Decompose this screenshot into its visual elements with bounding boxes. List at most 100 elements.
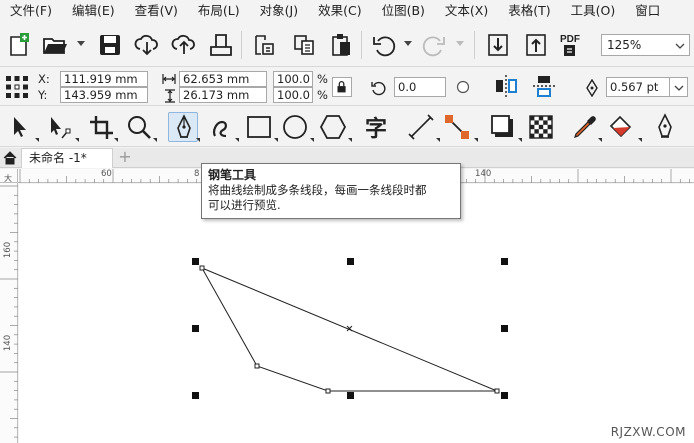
menu-tools[interactable]: 工具(O) xyxy=(561,0,626,22)
polyline-path[interactable] xyxy=(201,267,498,392)
hexagon-icon xyxy=(319,115,347,139)
menu-object[interactable]: 对象(J) xyxy=(250,0,308,22)
mirror-horizontal-button[interactable] xyxy=(492,72,520,100)
tooltip-title: 钢笔工具 xyxy=(208,168,257,182)
menu-bar: 文件(F) 编辑(E) 查看(V) 布局(L) 对象(J) 效果(C) 位图(B… xyxy=(0,0,694,22)
rectangle-icon xyxy=(247,116,271,138)
cloud-upload-button[interactable] xyxy=(170,31,198,59)
menu-file[interactable]: 文件(F) xyxy=(0,0,62,22)
outline-width-input[interactable]: 0.567 pt xyxy=(606,77,670,97)
crop-icon xyxy=(90,116,113,139)
menu-window[interactable]: 窗口 xyxy=(625,0,670,22)
print-button[interactable] xyxy=(207,31,235,59)
selection-handle[interactable] xyxy=(347,258,354,265)
selection-handle[interactable] xyxy=(501,258,508,265)
document-tab[interactable]: 未命名 -1* xyxy=(21,148,113,168)
mirror-vertical-button[interactable] xyxy=(530,72,558,100)
flyout-indicator-icon xyxy=(638,138,642,142)
undo-button[interactable] xyxy=(370,31,398,59)
open-button[interactable] xyxy=(41,31,69,59)
pen-tool-tooltip: 钢笔工具 将曲线绘制成多条线段，每画一条线段时都 可以进行预览. xyxy=(201,163,461,219)
shape-tool[interactable] xyxy=(44,112,74,142)
ruler-label: 160 xyxy=(3,241,14,259)
selection-handle[interactable] xyxy=(192,325,199,332)
dimension-tool[interactable] xyxy=(406,112,436,142)
selection-handle[interactable] xyxy=(347,392,354,399)
new-document-button[interactable] xyxy=(5,31,33,59)
drop-shadow-tool[interactable] xyxy=(488,112,518,142)
connector-tool[interactable] xyxy=(442,112,472,142)
selection-handle[interactable] xyxy=(192,392,199,399)
path-node[interactable] xyxy=(199,265,205,271)
flyout-indicator-icon xyxy=(348,138,352,142)
path-node[interactable] xyxy=(254,363,260,369)
artistic-media-tool[interactable] xyxy=(206,112,236,142)
outline-pen-tool[interactable] xyxy=(650,112,680,142)
menu-edit[interactable]: 编辑(E) xyxy=(62,0,125,22)
pen-tool[interactable] xyxy=(168,112,198,142)
rectangle-tool[interactable] xyxy=(244,112,274,142)
outline-width-dropdown[interactable] xyxy=(670,77,688,97)
polygon-tool[interactable] xyxy=(318,112,348,142)
lock-ratio-button[interactable] xyxy=(332,77,352,97)
cloud-download-button[interactable] xyxy=(133,31,161,59)
menu-text[interactable]: 文本(X) xyxy=(435,0,498,22)
menu-effects[interactable]: 效果(C) xyxy=(308,0,371,22)
pdf-icon: PDF xyxy=(560,34,580,56)
paste-button[interactable] xyxy=(327,31,355,59)
toolbar-separator xyxy=(474,31,475,59)
transparency-tool[interactable] xyxy=(526,112,556,142)
drawing-canvas[interactable]: RJZXW.COM xyxy=(19,184,694,443)
path-node[interactable] xyxy=(325,388,331,394)
path-node[interactable] xyxy=(494,388,500,394)
object-origin-icon[interactable] xyxy=(4,74,30,100)
cloud-download-icon xyxy=(134,34,158,56)
publish-pdf-button[interactable]: PDF xyxy=(558,31,586,59)
vertical-ruler[interactable]: 大 160 140 xyxy=(0,174,18,443)
height-input[interactable]: 26.173 mm xyxy=(179,87,267,103)
text-tool[interactable]: 字 xyxy=(362,112,392,142)
menu-bitmaps[interactable]: 位图(B) xyxy=(372,0,435,22)
rotation-input[interactable]: 0.0 xyxy=(394,77,446,97)
selection-handle[interactable] xyxy=(501,325,508,332)
ruler-label: 大 xyxy=(4,174,12,183)
tooltip-line: 将曲线绘制成多条线段，每画一条线段时都 xyxy=(208,183,427,197)
text-tool-glyph: 字 xyxy=(365,116,387,142)
ellipse-tool[interactable] xyxy=(280,112,310,142)
redo-button[interactable] xyxy=(420,31,448,59)
width-input[interactable]: 62.653 mm xyxy=(179,71,267,87)
menu-view[interactable]: 查看(V) xyxy=(125,0,188,22)
export-file-button[interactable] xyxy=(522,31,550,59)
redo-dropdown-icon[interactable] xyxy=(456,41,464,47)
new-tab-button[interactable]: + xyxy=(116,149,134,166)
connector-icon xyxy=(445,115,469,139)
selection-handle[interactable] xyxy=(192,258,199,265)
undo-dropdown-icon[interactable] xyxy=(404,41,412,47)
menu-table[interactable]: 表格(T) xyxy=(498,0,560,22)
zoom-level-input[interactable]: 125% xyxy=(601,34,671,56)
interactive-fill-tool[interactable] xyxy=(606,112,636,142)
home-icon[interactable] xyxy=(3,151,17,165)
artistic-media-icon xyxy=(213,120,227,138)
scale-width-input[interactable]: 100.0 xyxy=(273,71,313,87)
zoom-tool[interactable] xyxy=(124,112,154,142)
flyout-indicator-icon xyxy=(196,138,200,142)
pick-tool[interactable] xyxy=(4,112,34,142)
export-button[interactable] xyxy=(290,31,318,59)
y-position-input[interactable]: 143.959 mm xyxy=(60,87,148,103)
save-button[interactable] xyxy=(96,31,124,59)
menu-layout[interactable]: 布局(L) xyxy=(188,0,250,22)
scale-height-input[interactable]: 100.0 xyxy=(273,87,313,103)
open-dropdown-icon[interactable] xyxy=(77,41,85,47)
percent-label: % xyxy=(317,72,328,86)
rotation-radio-icon[interactable] xyxy=(456,80,470,94)
import-file-button[interactable] xyxy=(484,31,512,59)
x-position-input[interactable]: 111.919 mm xyxy=(60,71,148,87)
corel-window: 文件(F) 编辑(E) 查看(V) 布局(L) 对象(J) 效果(C) 位图(B… xyxy=(0,0,694,443)
zoom-dropdown-button[interactable] xyxy=(670,34,690,56)
flyout-indicator-icon xyxy=(153,138,157,142)
import-button[interactable] xyxy=(250,31,278,59)
selection-handle[interactable] xyxy=(501,392,508,399)
eyedropper-tool[interactable] xyxy=(570,112,600,142)
crop-tool[interactable] xyxy=(86,112,116,142)
